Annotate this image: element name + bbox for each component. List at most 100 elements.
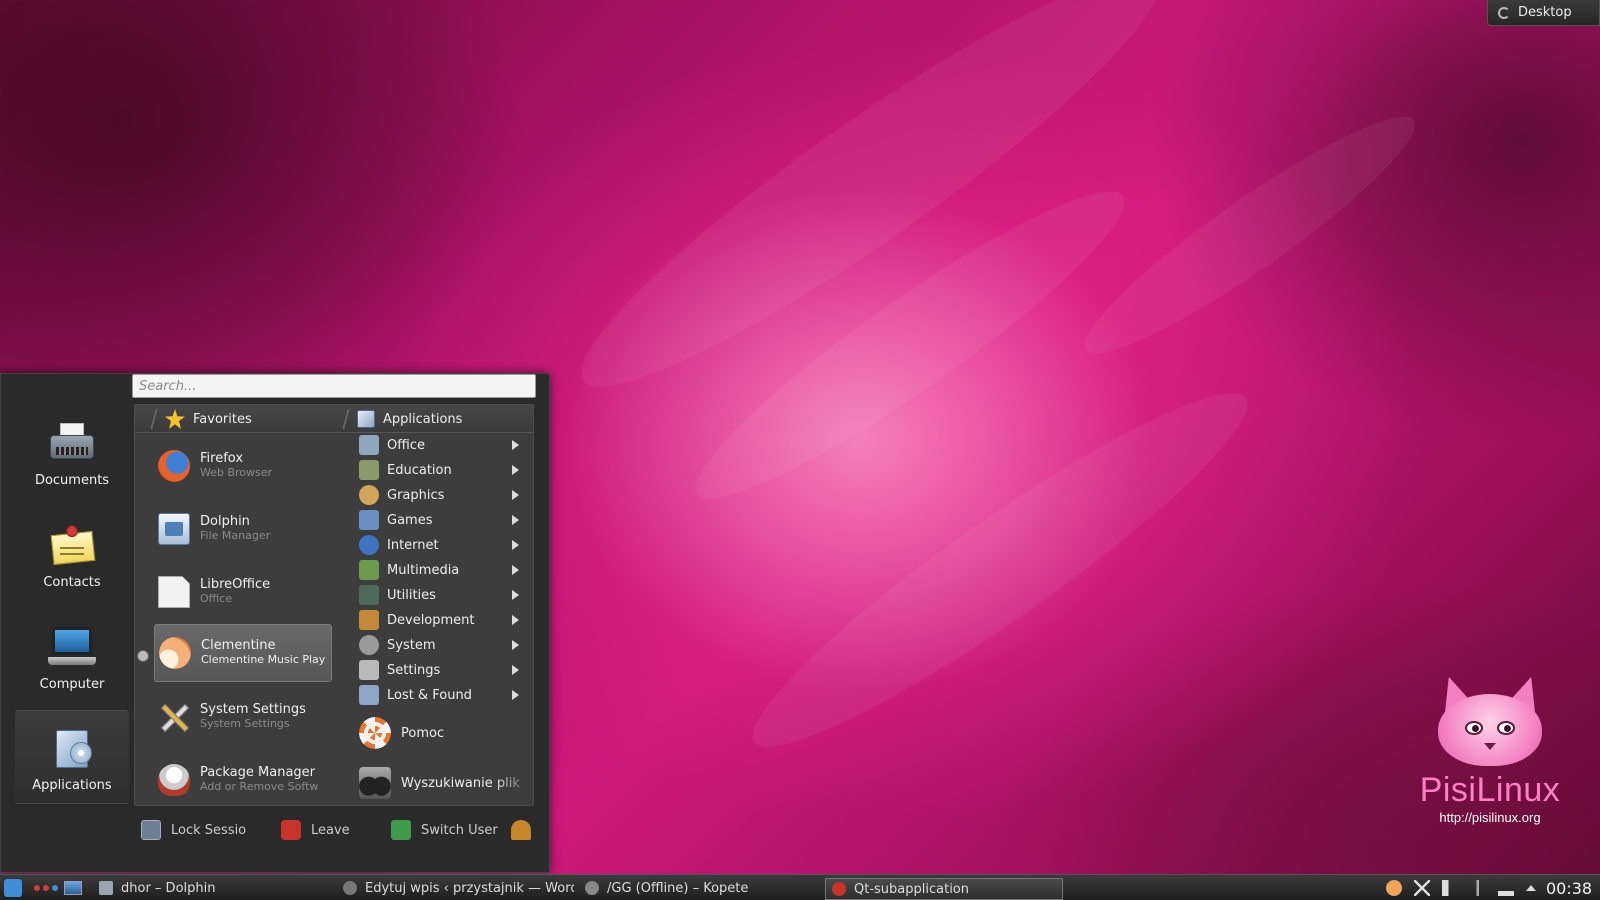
applications-icon (48, 726, 96, 770)
favorite-libreoffice[interactable]: LibreOffice Office (154, 563, 332, 621)
submenu-arrow-icon (512, 640, 519, 650)
development-icon (359, 610, 379, 630)
lock-icon (141, 820, 161, 840)
favorite-package-manager[interactable]: Package Manager Add or Remove Softw (154, 751, 332, 809)
favorite-name: Clementine (201, 639, 276, 653)
category-label: Utilities (387, 587, 436, 603)
logo-brand-text: PisiLinux (1419, 771, 1561, 809)
education-icon (359, 460, 379, 480)
desktop-toolbox-button[interactable]: Desktop (1487, 0, 1600, 26)
submenu-arrow-icon (512, 690, 519, 700)
cat-logo-icon (1431, 671, 1549, 766)
category-label: Office (387, 437, 425, 453)
contacts-icon (48, 523, 96, 567)
network-icon[interactable] (1498, 880, 1514, 896)
application-launcher-icon[interactable] (4, 879, 22, 897)
system-tray (1386, 875, 1536, 900)
multimedia-icon (359, 560, 379, 580)
kickoff-logo-icon (511, 820, 531, 840)
task-qt-subapplication[interactable]: Qt-subapplication (825, 878, 1063, 900)
digital-clock[interactable]: 00:38 (1546, 875, 1592, 900)
category-games[interactable]: Games (357, 508, 523, 532)
clementine-tray-icon[interactable] (1386, 880, 1402, 896)
favorites-header-label: Favorites (193, 411, 252, 427)
sidebar-item-contacts[interactable]: Contacts (15, 506, 129, 600)
volume-icon[interactable] (1442, 880, 1458, 896)
category-office[interactable]: Office (357, 433, 523, 457)
dolphin-icon (99, 881, 113, 895)
system-settings-icon (158, 701, 190, 733)
category-system[interactable]: System (357, 633, 523, 657)
category-settings[interactable]: Settings (357, 658, 523, 682)
task-kopete[interactable]: /GG (Offline) – Kopete (585, 875, 815, 900)
breadcrumb: Favorites Applications (135, 405, 533, 433)
leave-button[interactable]: Leave (281, 820, 350, 840)
category-label: Internet (387, 537, 439, 553)
tray-expand-icon[interactable] (1526, 885, 1536, 891)
app-pomoc[interactable]: Pomoc (357, 713, 533, 753)
task-dolphin[interactable]: dhor – Dolphin (99, 875, 329, 900)
category-lost-found[interactable]: Lost & Found (357, 683, 523, 707)
category-internet[interactable]: Internet (357, 533, 523, 557)
submenu-arrow-icon (512, 465, 519, 475)
leave-label: Leave (311, 822, 350, 838)
favorite-desc: System Settings (200, 717, 290, 730)
settings-icon (359, 660, 379, 680)
app-file-search[interactable]: Wyszukiwanie plik (357, 763, 533, 803)
sidebar-item-label: Computer (39, 677, 105, 692)
category-graphics[interactable]: Graphics (357, 483, 523, 507)
computer-icon (48, 625, 96, 669)
category-label: System (387, 637, 436, 653)
switch-user-label: Switch User (421, 822, 498, 838)
category-label: Lost & Found (387, 687, 472, 703)
favorite-clementine[interactable]: Clementine Clementine Music Play (154, 624, 332, 682)
logo-url-text: http://pisilinux.org (1439, 810, 1541, 825)
internet-icon (359, 535, 379, 555)
submenu-arrow-icon (512, 440, 519, 450)
category-education[interactable]: Education (357, 458, 523, 482)
bluetooth-icon[interactable] (1470, 880, 1486, 896)
activities-icon[interactable] (34, 875, 58, 900)
task-browser[interactable]: Edytuj wpis ‹ przystajnik — Word (343, 875, 574, 900)
kickoff-menu: Documents Contacts Computer Applications (0, 373, 550, 873)
app-label: Pomoc (401, 725, 445, 741)
category-label: Multimedia (387, 562, 460, 578)
favorite-system-settings[interactable]: System Settings System Settings (154, 688, 332, 746)
show-desktop-button[interactable] (64, 875, 82, 900)
sidebar-item-computer[interactable]: Computer (15, 608, 129, 702)
favorites-header[interactable]: Favorites (150, 409, 252, 429)
applications-header[interactable]: Applications (342, 409, 462, 429)
sidebar-item-documents[interactable]: Documents (15, 404, 129, 498)
category-development[interactable]: Development (357, 608, 523, 632)
binoculars-icon (359, 767, 391, 799)
sidebar-item-applications[interactable]: Applications (15, 710, 129, 804)
libreoffice-icon (158, 576, 190, 608)
favorite-firefox[interactable]: Firefox Web Browser (154, 437, 332, 495)
pisilinux-logo: PisiLinux http://pisilinux.org (1405, 671, 1575, 846)
applications-icon (357, 410, 375, 428)
category-utilities[interactable]: Utilities (357, 583, 523, 607)
category-label: Development (387, 612, 475, 628)
submenu-arrow-icon (512, 515, 519, 525)
category-label: Settings (387, 662, 441, 678)
system-icon (359, 635, 379, 655)
switch-user-button[interactable]: Switch User (391, 820, 498, 840)
search-input[interactable] (132, 374, 536, 398)
submenu-arrow-icon (512, 540, 519, 550)
category-multimedia[interactable]: Multimedia (357, 558, 523, 582)
switch-user-icon (391, 820, 411, 840)
favorite-name: Dolphin (200, 515, 250, 529)
klipper-icon[interactable] (1414, 880, 1430, 896)
submenu-arrow-icon (512, 665, 519, 675)
lost-found-icon (359, 685, 379, 705)
submenu-arrow-icon (512, 590, 519, 600)
firefox-icon (158, 450, 190, 482)
menu-content-panel: Favorites Applications Firefox Web Browse… (134, 404, 534, 806)
task-label: dhor – Dolphin (121, 880, 216, 896)
favorite-name: Package Manager (200, 766, 316, 780)
utilities-icon (359, 585, 379, 605)
lock-session-button[interactable]: Lock Sessior (141, 820, 247, 840)
task-label: Qt-subapplication (854, 881, 969, 897)
favorite-dolphin[interactable]: Dolphin File Manager (154, 500, 332, 558)
expand-arrow-icon[interactable] (137, 650, 149, 662)
